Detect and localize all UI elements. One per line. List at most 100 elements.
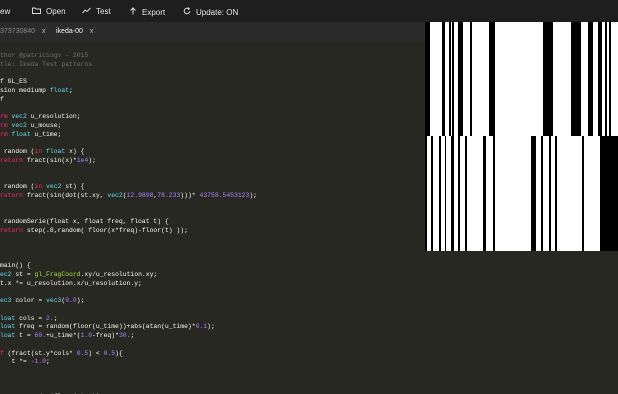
code-line: return fract(sin(dot(st.xy, vec2(12.9898… [0, 192, 257, 201]
tab-ikeda-00[interactable]: ikeda-00 x [56, 28, 93, 35]
export-button[interactable]: Export [129, 7, 165, 17]
code-token: ; [53, 314, 58, 322]
pattern-bar [425, 22, 430, 136]
code-token: sion mediump [0, 87, 50, 94]
code-token: step(.8,random( floor(x*freq)-floor(t) )… [23, 227, 188, 234]
open-button[interactable]: Open [32, 7, 66, 16]
code-token: ); [76, 297, 85, 304]
code-token: vec3 [46, 297, 62, 304]
pattern-row-top [425, 22, 618, 136]
code-token: u_time; [30, 130, 62, 138]
pattern-bar [451, 136, 454, 251]
code-token: random ( [0, 148, 35, 156]
code-token: float [49, 87, 70, 94]
code-token: ; [46, 358, 50, 366]
tab-label: ikeda-00 [56, 28, 83, 35]
code-token: 60. [34, 332, 47, 339]
code-line: random (in vec2 st) { [0, 183, 257, 192]
code-token: -freq)* [92, 332, 119, 339]
code-token: ) < [88, 349, 104, 357]
code-token: fract(sin(dot(st.xy, [23, 192, 108, 199]
code-token: u_mouse; [26, 122, 62, 129]
pattern-bar [541, 136, 543, 251]
code-token: +u_time*( [46, 332, 81, 339]
code-token: 30. [118, 332, 131, 339]
code-token: rm [0, 113, 12, 121]
pattern-row-bottom [425, 136, 618, 251]
code-token: vec2 [46, 183, 62, 191]
menu-update-label: Update: ON [196, 7, 239, 17]
code-token: ; [69, 87, 73, 94]
code-token: vec2 [11, 122, 27, 129]
code-token: randomSerie(float x, float freq, float t… [0, 218, 169, 226]
code-token: ); [249, 192, 258, 199]
pattern-bar [431, 136, 433, 251]
new-button[interactable]: ew [0, 7, 10, 16]
menu-export-label: Export [142, 7, 166, 17]
code-token: 0.5 [103, 349, 116, 357]
menu-bar: ew Open Test Export Update: ON [0, 0, 618, 22]
code-line: sion mediump float; [0, 87, 257, 96]
code-token: return [0, 157, 24, 164]
code-token: freq = random(floor(u_time))+abs(atan(u_… [15, 323, 196, 331]
shader-output-canvas [425, 22, 618, 251]
code-token: ec3 [0, 297, 12, 304]
code-token: .xy/u_resolution.xy; [80, 270, 158, 278]
code-token: x) { [65, 148, 85, 156]
code-token: f GL_ES [0, 78, 27, 86]
code-token: fract(sin(x)* [23, 157, 77, 164]
tab-bar: 373730840 x ikeda-00 x [0, 22, 425, 42]
tab-373730840[interactable]: 373730840 x [0, 28, 46, 35]
code-editor[interactable]: thor @patriciogv - 2015 tle: Ikeda Test p… [0, 42, 425, 394]
update-toggle-button[interactable]: Update: ON [183, 7, 238, 17]
code-token: 0.1 [195, 323, 208, 331]
close-icon[interactable]: x [90, 28, 94, 35]
menu-open-label: Open [46, 7, 66, 16]
code-token: cols = [15, 314, 47, 322]
pattern-bar [543, 22, 553, 136]
close-icon[interactable]: x [42, 28, 46, 35]
code-line: loat freq = random(floor(u_time))+abs(at… [0, 323, 257, 332]
code-token: rm [0, 130, 12, 138]
code-token: 1.0 [80, 332, 93, 339]
code-token: 0.5 [76, 349, 89, 357]
code-token: return [0, 192, 24, 199]
shader-preview [425, 22, 618, 394]
code-token: f [0, 95, 4, 103]
pattern-bar [445, 136, 446, 251]
code-token: gl_FragCoord [34, 270, 81, 278]
code-token: ); [207, 323, 215, 331]
pattern-bar [609, 22, 611, 136]
code-line: return fract(sin(x)*1e4); [0, 157, 257, 166]
test-button[interactable]: Test [82, 7, 111, 16]
code-token: loat [0, 323, 16, 331]
upload-icon [129, 7, 137, 17]
code-token: vec2 [11, 113, 27, 121]
pattern-bar [531, 136, 536, 251]
code-token: ec2 [0, 270, 12, 278]
pattern-bar [425, 136, 427, 251]
code-token: loat [0, 332, 16, 339]
pattern-bar [458, 22, 463, 136]
code-token: main() { [0, 262, 31, 269]
code-token: float [11, 130, 31, 138]
code-token: float [46, 148, 66, 156]
pattern-bar [571, 22, 581, 136]
code-token: loat [0, 314, 16, 322]
code-line: t *= -1.0; [0, 358, 257, 367]
code-line: ec3 color = vec3(0.0); [0, 297, 257, 306]
pattern-bar [588, 22, 593, 136]
code-token: t = [15, 332, 35, 339]
code-token: ){ [115, 349, 123, 357]
code-line: f (fract(st.y*cols* 0.5) < 0.5){ [0, 350, 257, 359]
pattern-bar [465, 136, 467, 251]
